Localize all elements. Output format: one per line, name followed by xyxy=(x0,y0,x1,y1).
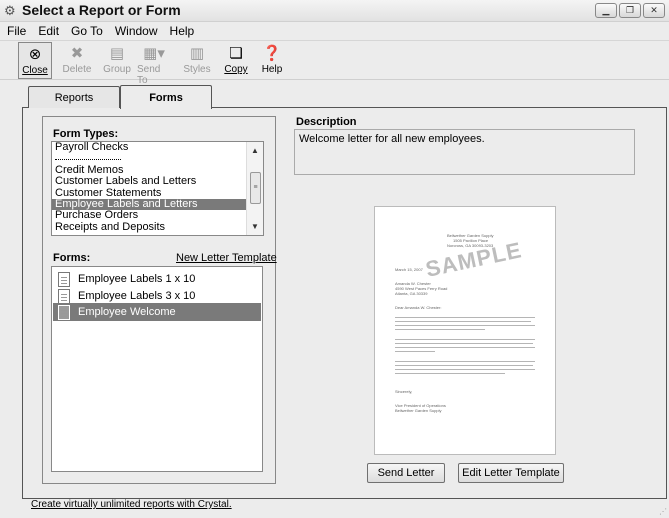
forms-list[interactable]: Employee Labels 1 x 10 Employee Labels 3… xyxy=(51,266,263,472)
scroll-up-icon[interactable]: ▲ xyxy=(247,142,263,159)
menu-bar: File Edit Go To Window Help xyxy=(0,22,669,39)
form-item-selected[interactable]: Employee Welcome xyxy=(53,303,261,321)
list-item[interactable]: Receipts and Deposits xyxy=(52,221,263,233)
preview-text-line xyxy=(395,347,535,348)
resize-grip-icon[interactable]: ⋰ xyxy=(659,507,667,516)
title-bar: ⚙ Select a Report or Form ▁ ❐ ✕ xyxy=(0,0,669,22)
app-icon: ⚙ xyxy=(4,3,16,18)
list-separator xyxy=(52,153,263,164)
preview-text-line xyxy=(395,351,435,352)
preview-recipient3: Atlanta, GA 30339 xyxy=(395,291,428,296)
group-button[interactable]: ▤ Group xyxy=(100,42,134,79)
document-icon xyxy=(58,271,70,287)
group-icon: ▤ xyxy=(109,45,125,62)
form-item[interactable]: Employee Labels 1 x 10 xyxy=(53,270,261,288)
tab-reports[interactable]: Reports xyxy=(28,86,120,108)
letter-preview: Bellwether Garden Supply 1505 Pavilion P… xyxy=(374,206,556,455)
menu-window[interactable]: Window xyxy=(109,24,164,38)
send-letter-button[interactable]: Send Letter xyxy=(367,463,445,483)
delete-button[interactable]: ✖ Delete xyxy=(60,42,94,79)
tab-forms[interactable]: Forms xyxy=(120,85,212,109)
preview-text-line xyxy=(395,339,535,340)
description-box: Welcome letter for all new employees. xyxy=(294,129,635,175)
styles-icon: ▥ xyxy=(189,45,205,62)
menu-edit[interactable]: Edit xyxy=(32,24,65,38)
close-icon[interactable]: ✕ xyxy=(643,3,665,18)
scroll-down-icon[interactable]: ▼ xyxy=(247,218,263,235)
document-icon xyxy=(58,288,70,304)
preview-date: March 15, 2007 xyxy=(395,267,423,272)
preview-text-line xyxy=(395,317,535,318)
new-letter-template-link[interactable]: New Letter Template xyxy=(176,252,277,264)
letter-document-icon xyxy=(58,304,70,320)
copy-icon: ❏ xyxy=(229,45,243,62)
form-types-scrollbar[interactable]: ▲ ≡ ▼ xyxy=(246,142,263,235)
styles-button[interactable]: ▥ Styles xyxy=(180,42,214,79)
window-title: Select a Report or Form xyxy=(22,2,181,18)
form-types-list[interactable]: Payroll Checks Credit Memos Customer Lab… xyxy=(51,141,264,236)
preview-text-line xyxy=(395,373,505,374)
send-to-button[interactable]: ▦▾ Send To xyxy=(137,42,171,86)
toolbar: ⊗ Close ✖ Delete ▤ Group ▦▾ Send To ▥ St… xyxy=(0,40,669,86)
menu-file[interactable]: File xyxy=(1,24,32,38)
help-icon: ❓ xyxy=(262,45,282,62)
preview-text-line xyxy=(395,329,485,330)
preview-closing: Sincerely, xyxy=(395,389,413,394)
preview-signer2: Bellwether Garden Supply xyxy=(395,408,442,413)
preview-text-line xyxy=(395,321,531,322)
window-controls: ▁ ❐ ✕ xyxy=(595,3,665,18)
preview-text-line xyxy=(395,365,533,366)
list-item[interactable]: Payroll Checks xyxy=(52,142,263,153)
description-label: Description xyxy=(296,116,357,128)
close-circle-icon: ⊗ xyxy=(28,46,42,63)
delete-x-icon: ✖ xyxy=(70,45,84,62)
preview-text-line xyxy=(395,369,535,370)
edit-letter-template-button[interactable]: Edit Letter Template xyxy=(458,463,564,483)
forms-label: Forms: xyxy=(53,252,91,264)
preview-text-line xyxy=(395,325,535,326)
preview-salutation: Dear Amanda W. Chester: xyxy=(395,305,442,310)
send-to-icon: ▦▾ xyxy=(143,45,165,62)
minimize-icon[interactable]: ▁ xyxy=(595,3,617,18)
preview-text-line xyxy=(395,343,533,344)
scroll-thumb[interactable]: ≡ xyxy=(250,172,261,204)
preview-text-line xyxy=(395,361,535,362)
menu-help[interactable]: Help xyxy=(164,24,201,38)
crystal-reports-link[interactable]: Create virtually unlimited reports with … xyxy=(31,499,232,510)
restore-icon[interactable]: ❐ xyxy=(619,3,641,18)
form-types-label: Form Types: xyxy=(53,128,119,140)
list-item[interactable]: Customer Labels and Letters xyxy=(52,175,263,187)
menu-go-to[interactable]: Go To xyxy=(65,24,109,38)
copy-button[interactable]: ❏ Copy xyxy=(219,42,253,79)
help-button[interactable]: ❓ Help xyxy=(255,42,289,79)
close-button[interactable]: ⊗ Close xyxy=(18,42,52,79)
